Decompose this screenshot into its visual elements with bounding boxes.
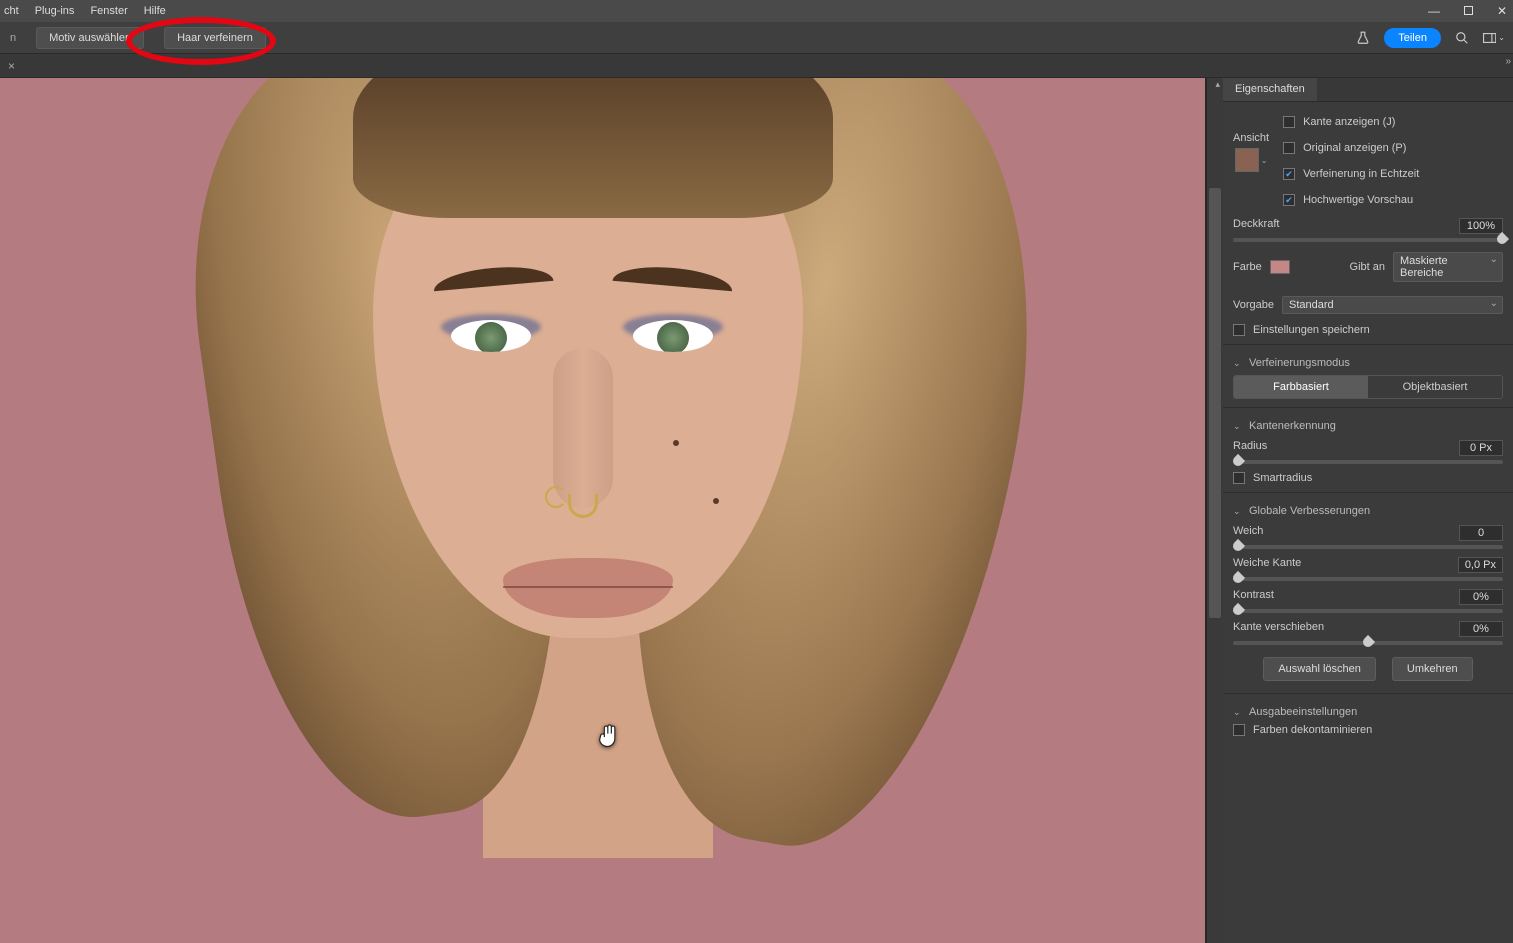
label-show-edge: Kante anzeigen (J) <box>1303 116 1395 128</box>
beaker-icon[interactable] <box>1352 27 1374 49</box>
mask-color-swatch[interactable] <box>1270 260 1290 274</box>
options-left-label: n <box>10 32 16 44</box>
checkbox-smart-radius[interactable] <box>1233 472 1245 484</box>
search-icon[interactable] <box>1451 27 1473 49</box>
view-dropdown-icon[interactable]: ⌄ <box>1261 156 1268 165</box>
preset-label: Vorgabe <box>1233 299 1274 311</box>
view-thumbnail[interactable] <box>1235 148 1259 172</box>
document-tab-strip: × <box>0 54 1513 78</box>
output-title: Ausgabeeinstellungen <box>1249 706 1357 718</box>
maximize-icon[interactable] <box>1464 4 1473 18</box>
contrast-value[interactable]: 0% <box>1459 589 1503 605</box>
menu-item-view-partial[interactable]: cht <box>4 1 27 21</box>
feather-slider[interactable] <box>1233 577 1503 581</box>
panel-menu-icon[interactable]: » <box>1505 56 1511 67</box>
document-canvas[interactable] <box>0 78 1205 943</box>
view-label: Ansicht <box>1233 132 1269 144</box>
scroll-up-icon[interactable]: ▴ <box>1215 79 1220 90</box>
edge-detection-title: Kantenerkennung <box>1249 420 1336 432</box>
checkbox-decontaminate[interactable] <box>1233 724 1245 736</box>
shift-edge-slider[interactable] <box>1233 641 1503 645</box>
workspace-icon[interactable]: ⌄ <box>1483 27 1505 49</box>
label-hq-preview: Hochwertige Vorschau <box>1303 194 1413 206</box>
contrast-slider[interactable] <box>1233 609 1503 613</box>
select-subject-button[interactable]: Motiv auswählen <box>36 27 144 49</box>
color-label: Farbe <box>1233 261 1262 273</box>
menu-item-help[interactable]: Hilfe <box>136 1 174 21</box>
opacity-slider[interactable] <box>1233 238 1503 242</box>
chevron-down-icon: ⌄ <box>1233 421 1243 432</box>
checkbox-show-edge[interactable] <box>1283 116 1295 128</box>
menu-item-plugins[interactable]: Plug-ins <box>27 1 83 21</box>
tab-properties[interactable]: Eigenschaften <box>1223 78 1317 101</box>
chevron-down-icon: ⌄ <box>1233 707 1243 718</box>
preset-select[interactable]: Standard <box>1282 296 1503 314</box>
label-decontaminate: Farben dekontaminieren <box>1253 724 1372 736</box>
shift-edge-value[interactable]: 0% <box>1459 621 1503 637</box>
clear-selection-button[interactable]: Auswahl löschen <box>1263 657 1376 681</box>
minimize-icon[interactable]: — <box>1428 4 1440 18</box>
portrait-image <box>173 78 1033 938</box>
toggle-object-based[interactable]: Objektbasiert <box>1368 376 1502 398</box>
share-button[interactable]: Teilen <box>1384 28 1441 48</box>
indicates-select[interactable]: Maskierte Bereiche <box>1393 252 1503 282</box>
close-icon[interactable]: ✕ <box>1497 4 1507 18</box>
label-save-settings: Einstellungen speichern <box>1253 324 1370 336</box>
chevron-down-icon: ⌄ <box>1233 506 1243 517</box>
checkbox-show-original[interactable] <box>1283 142 1295 154</box>
label-show-original: Original anzeigen (P) <box>1303 142 1406 154</box>
smooth-value[interactable]: 0 <box>1459 525 1503 541</box>
global-title: Globale Verbesserungen <box>1249 505 1370 517</box>
section-global-refinements[interactable]: ⌄ Globale Verbesserungen <box>1233 505 1503 517</box>
contrast-label: Kontrast <box>1233 589 1274 605</box>
toggle-color-based[interactable]: Farbbasiert <box>1234 376 1368 398</box>
label-smart-radius: Smartradius <box>1253 472 1312 484</box>
radius-slider[interactable] <box>1233 460 1503 464</box>
invert-button[interactable]: Umkehren <box>1392 657 1473 681</box>
tab-close-icon[interactable]: × <box>4 59 19 73</box>
scroll-thumb[interactable] <box>1209 188 1221 618</box>
radius-value[interactable]: 0 Px <box>1459 440 1503 456</box>
section-output[interactable]: ⌄ Ausgabeeinstellungen <box>1233 706 1503 718</box>
menu-bar: cht Plug-ins Fenster Hilfe — ✕ <box>0 0 1513 22</box>
properties-panel: Eigenschaften Ansicht ⌄ Kante anzeigen (… <box>1223 78 1513 943</box>
checkbox-hq-preview[interactable] <box>1283 194 1295 206</box>
opacity-value[interactable]: 100% <box>1459 218 1503 234</box>
canvas-area[interactable]: ▴ <box>0 78 1223 943</box>
label-realtime: Verfeinerung in Echtzeit <box>1303 168 1419 180</box>
feather-label: Weiche Kante <box>1233 557 1301 573</box>
menu-item-window[interactable]: Fenster <box>82 1 135 21</box>
shift-edge-label: Kante verschieben <box>1233 621 1324 637</box>
smooth-slider[interactable] <box>1233 545 1503 549</box>
chevron-down-icon: ⌄ <box>1233 358 1243 369</box>
indicates-label: Gibt an <box>1350 261 1385 273</box>
section-edge-detection[interactable]: ⌄ Kantenerkennung <box>1233 420 1503 432</box>
refine-mode-title: Verfeinerungsmodus <box>1249 357 1350 369</box>
vertical-scrollbar[interactable]: ▴ <box>1207 78 1223 943</box>
panel-tab-strip: Eigenschaften <box>1223 78 1513 102</box>
window-controls: — ✕ <box>1428 0 1507 22</box>
feather-value[interactable]: 0,0 Px <box>1458 557 1503 573</box>
checkbox-save-settings[interactable] <box>1233 324 1245 336</box>
refine-hair-button[interactable]: Haar verfeinern <box>164 27 266 49</box>
refine-mode-toggle: Farbbasiert Objektbasiert <box>1233 375 1503 399</box>
opacity-label: Deckkraft <box>1233 218 1279 234</box>
options-bar: n Motiv auswählen Haar verfeinern Teilen… <box>0 22 1513 54</box>
checkbox-realtime[interactable] <box>1283 168 1295 180</box>
section-refine-mode[interactable]: ⌄ Verfeinerungsmodus <box>1233 357 1503 369</box>
